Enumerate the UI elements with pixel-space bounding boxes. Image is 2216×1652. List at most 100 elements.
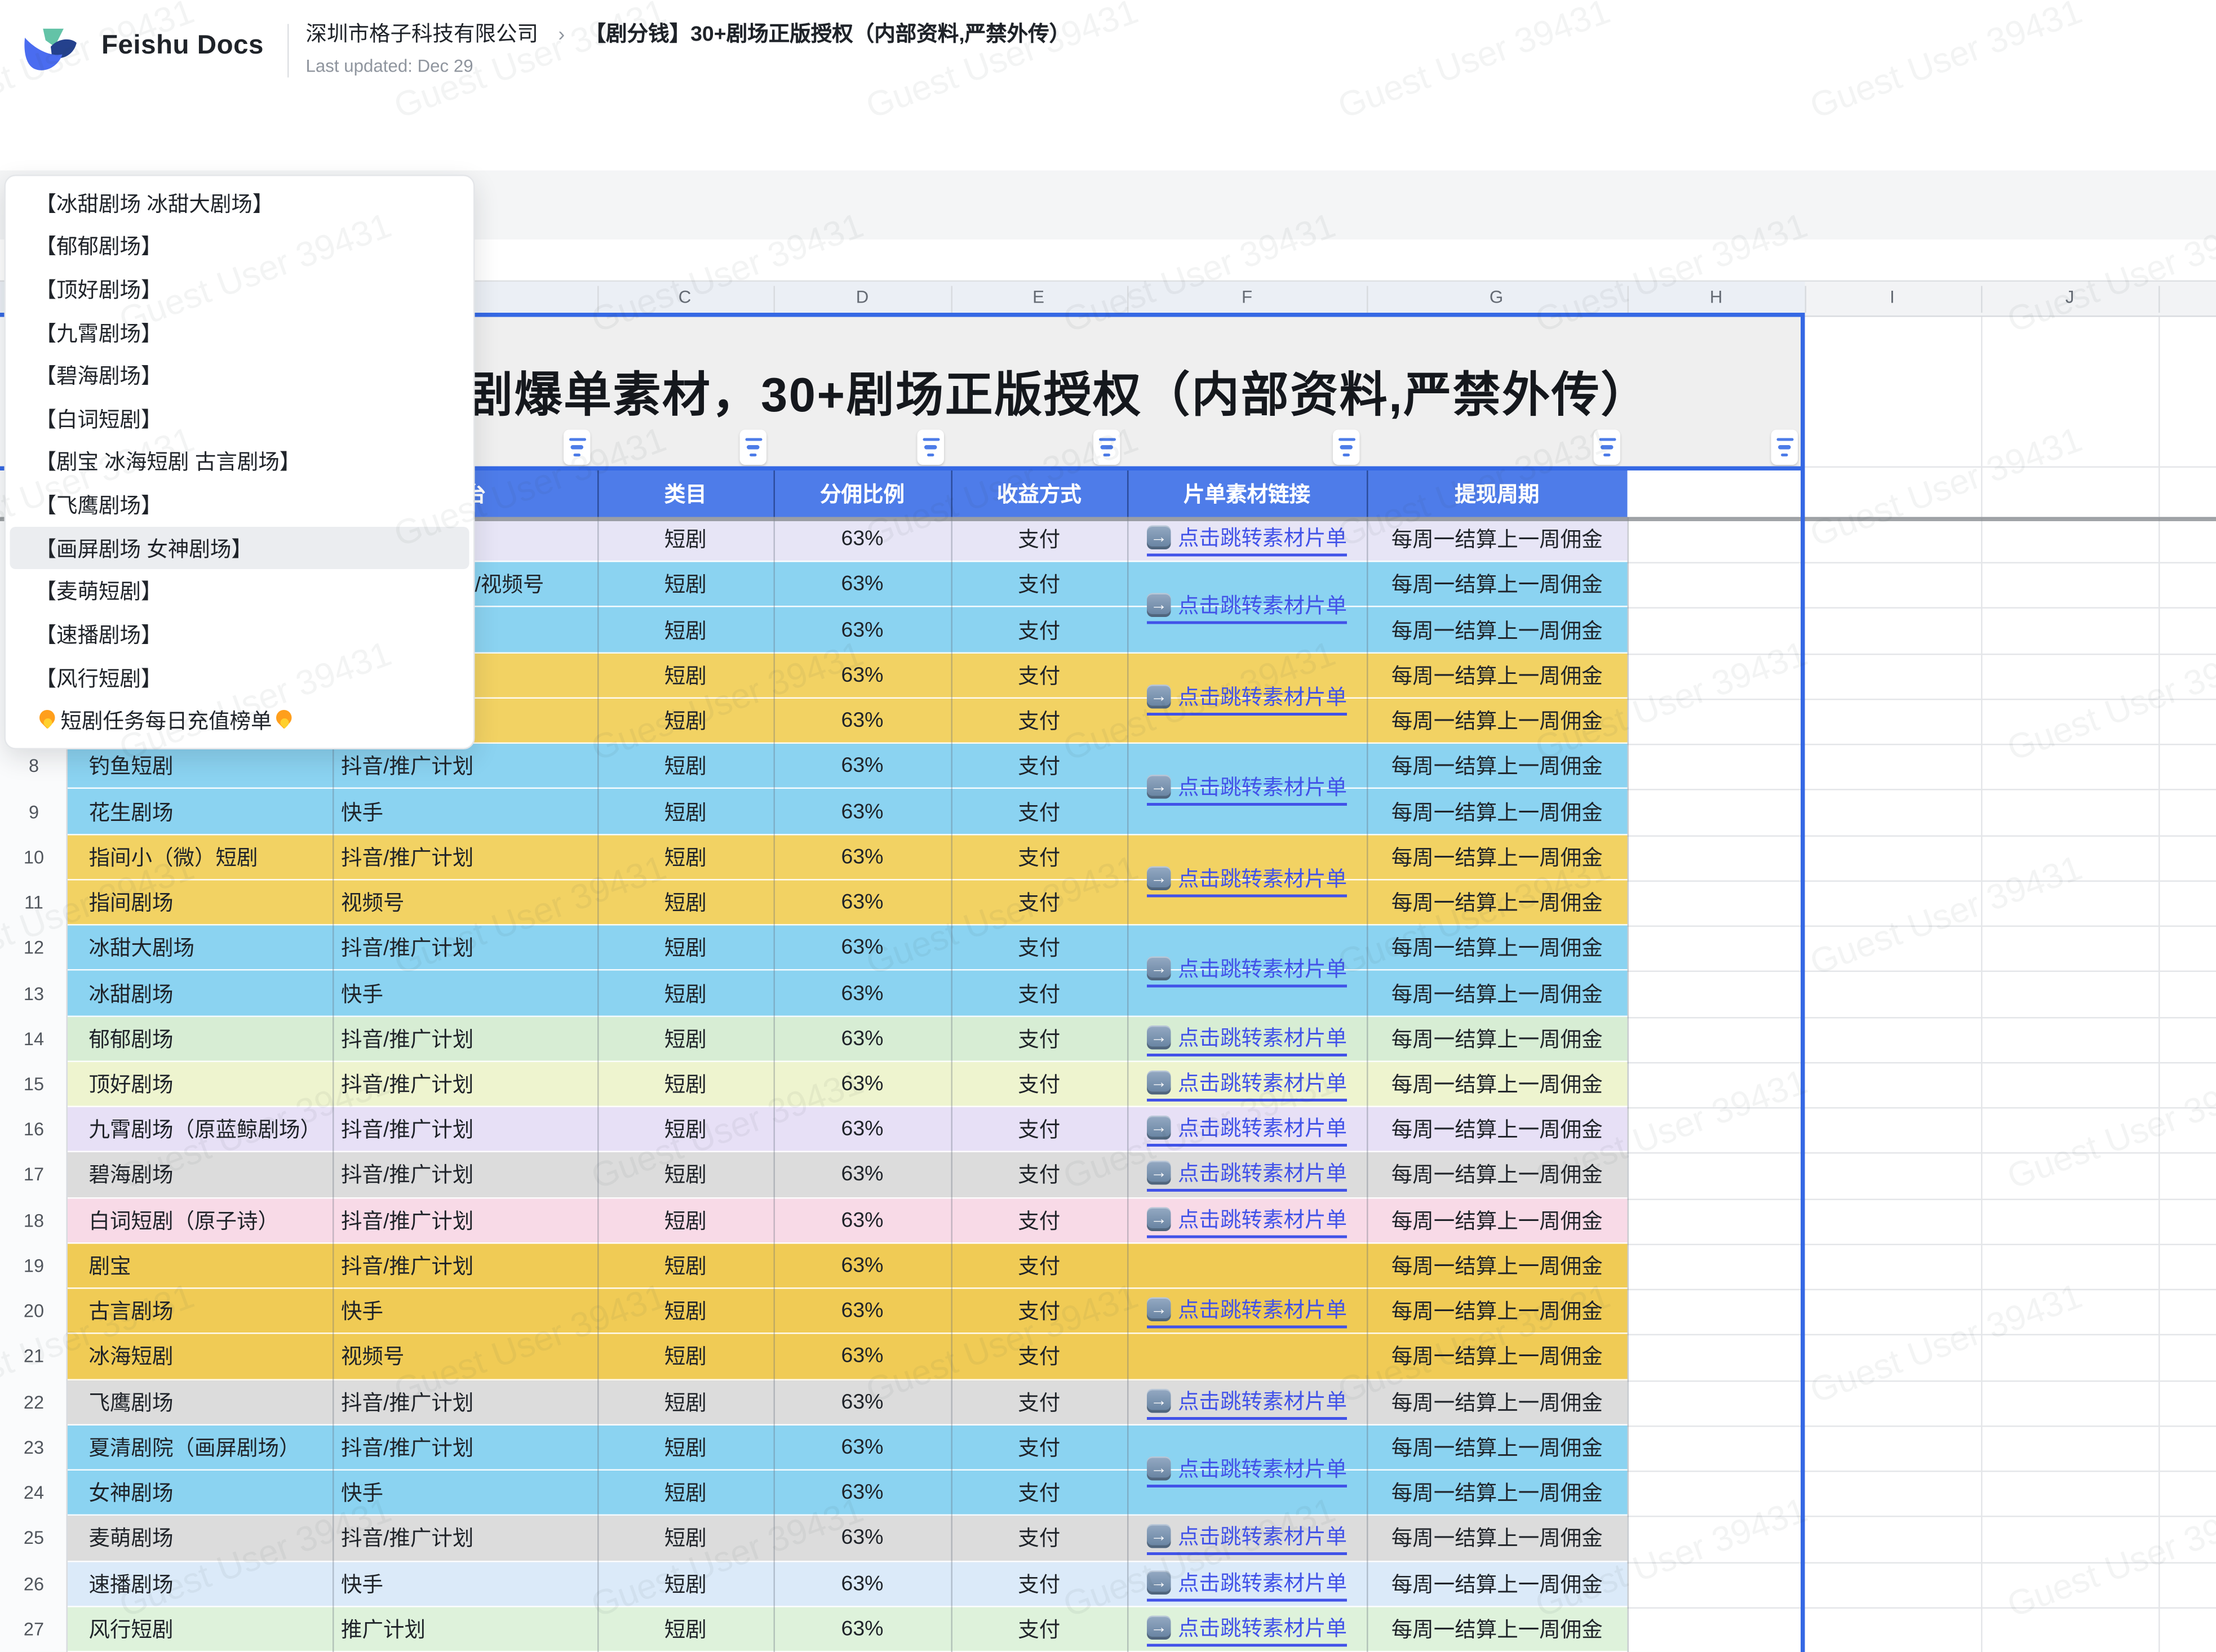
material-link[interactable]: →点击跳转素材片单 bbox=[1147, 1295, 1347, 1329]
row-number[interactable]: 20 bbox=[0, 1300, 68, 1322]
dropdown-item[interactable]: 【速播剧场】 bbox=[10, 613, 469, 656]
filter-icon[interactable] bbox=[740, 430, 767, 465]
filter-icon[interactable] bbox=[564, 430, 591, 465]
material-link[interactable]: →点击跳转素材片单 bbox=[1147, 1158, 1347, 1192]
material-link[interactable]: →点击跳转素材片单 bbox=[1147, 1113, 1347, 1147]
row-number[interactable]: 11 bbox=[0, 892, 68, 913]
cell-platform: 视频号 bbox=[333, 880, 597, 924]
table-row: 花生剧场快手短剧63%支付每周一结算上一周佣金 bbox=[68, 789, 1628, 835]
material-link[interactable]: →点击跳转素材片单 bbox=[1147, 523, 1347, 557]
dropdown-item[interactable]: 【风行短剧】 bbox=[10, 656, 469, 699]
cell-rate: 63% bbox=[774, 1471, 951, 1515]
filter-icon[interactable] bbox=[1093, 430, 1120, 465]
dropdown-item[interactable]: 【郁郁剧场】 bbox=[10, 225, 469, 268]
jump-arrow-icon: → bbox=[1147, 1025, 1171, 1049]
material-link[interactable]: →点击跳转素材片单 bbox=[1147, 1385, 1347, 1419]
breadcrumb-company[interactable]: 深圳市格子科技有限公司 bbox=[306, 23, 539, 47]
row-number[interactable]: 9 bbox=[0, 801, 68, 822]
dropdown-item[interactable]: 【画屏剧场 女神剧场】 bbox=[10, 527, 469, 570]
material-link[interactable]: →点击跳转素材片单 bbox=[1147, 1068, 1347, 1102]
row-number[interactable]: 19 bbox=[0, 1255, 68, 1276]
cell-name: 白词短剧（原子诗） bbox=[68, 1198, 333, 1242]
dropdown-item[interactable]: 【白词短剧】 bbox=[10, 397, 469, 441]
column-letter[interactable]: H bbox=[1710, 287, 1723, 307]
column-letter[interactable]: F bbox=[1242, 287, 1252, 307]
row-number[interactable]: 15 bbox=[0, 1073, 68, 1095]
column-letter[interactable]: D bbox=[856, 287, 869, 307]
filter-icon[interactable] bbox=[1594, 430, 1621, 465]
cell-category: 短剧 bbox=[597, 971, 774, 1015]
row-number[interactable]: 12 bbox=[0, 937, 68, 958]
column-letter[interactable]: G bbox=[1490, 287, 1503, 307]
row-number[interactable]: 18 bbox=[0, 1210, 68, 1231]
row-number[interactable]: 23 bbox=[0, 1437, 68, 1458]
column-letter[interactable]: J bbox=[2066, 287, 2075, 307]
row-number[interactable]: 14 bbox=[0, 1028, 68, 1049]
dropdown-item[interactable]: 【飞鹰剧场】 bbox=[10, 483, 469, 527]
material-link[interactable]: →点击跳转素材片单 bbox=[1147, 591, 1347, 625]
material-link[interactable]: →点击跳转素材片单 bbox=[1147, 1567, 1347, 1601]
row-number[interactable]: 16 bbox=[0, 1119, 68, 1140]
column-letter[interactable]: C bbox=[679, 287, 692, 307]
cell-rate: 63% bbox=[774, 653, 951, 697]
cell-rate: 63% bbox=[774, 880, 951, 924]
dropdown-item[interactable]: 【九霄剧场】 bbox=[10, 311, 469, 354]
row-number[interactable]: 17 bbox=[0, 1164, 68, 1185]
dropdown-item[interactable]: 【冰甜剧场 冰甜大剧场】 bbox=[10, 182, 469, 225]
gridline-h bbox=[1628, 835, 2216, 837]
row-number[interactable]: 25 bbox=[0, 1527, 68, 1549]
dropdown-item[interactable]: 【顶好剧场】 bbox=[10, 268, 469, 312]
material-link[interactable]: →点击跳转素材片单 bbox=[1147, 682, 1347, 716]
cell-platform: 推广计划 bbox=[333, 1607, 597, 1651]
header-cell-border bbox=[1367, 470, 1368, 517]
column-letter[interactable]: I bbox=[1890, 287, 1895, 307]
row-number[interactable]: 8 bbox=[0, 756, 68, 777]
material-link[interactable]: →点击跳转素材片单 bbox=[1147, 772, 1347, 806]
material-link[interactable]: →点击跳转素材片单 bbox=[1147, 954, 1347, 988]
breadcrumb-doc-title[interactable]: 【剧分钱】30+剧场正版授权（内部资料,严禁外传） bbox=[585, 23, 1071, 47]
cell-income: 支付 bbox=[951, 1516, 1128, 1560]
cell-income: 支付 bbox=[951, 653, 1128, 697]
dropdown-item[interactable]: 【剧宝 冰海短剧 古言剧场】 bbox=[10, 441, 469, 484]
row-number[interactable]: 26 bbox=[0, 1573, 68, 1595]
table-row: 九霄剧场（原蓝鲸剧场）抖音/推广计划短剧63%支付每周一结算上一周佣金 bbox=[68, 1107, 1628, 1153]
cell-platform: 快手 bbox=[333, 1561, 597, 1605]
material-link[interactable]: →点击跳转素材片单 bbox=[1147, 863, 1347, 897]
table-row: 飞鹰剧场抖音/推广计划短剧63%支付每周一结算上一周佣金 bbox=[68, 1380, 1628, 1425]
row-number[interactable]: 10 bbox=[0, 846, 68, 868]
row-number[interactable]: 24 bbox=[0, 1482, 68, 1503]
material-link[interactable]: →点击跳转素材片单 bbox=[1147, 1204, 1347, 1238]
cell-rate: 63% bbox=[774, 1334, 951, 1378]
cell-category: 短剧 bbox=[597, 1561, 774, 1605]
material-link[interactable]: →点击跳转素材片单 bbox=[1147, 1454, 1347, 1487]
cell-name: 夏清剧院（画屏剧场） bbox=[68, 1425, 333, 1469]
filter-icon[interactable] bbox=[918, 430, 945, 465]
cell-income: 支付 bbox=[951, 835, 1128, 879]
jump-arrow-icon: → bbox=[1147, 775, 1171, 800]
dropdown-item[interactable]: 【麦萌短剧】 bbox=[10, 570, 469, 613]
cell-platform: 抖音/推广计划 bbox=[333, 1062, 597, 1106]
row-number[interactable]: 13 bbox=[0, 983, 68, 1004]
header-cell-material: 片单素材链接 bbox=[1127, 470, 1367, 517]
header-cell-border bbox=[774, 470, 775, 517]
filter-icon[interactable] bbox=[1333, 430, 1360, 465]
dropdown-item-fire[interactable]: 短剧任务每日充值榜单 bbox=[10, 699, 469, 743]
material-link[interactable]: →点击跳转素材片单 bbox=[1147, 1613, 1347, 1646]
filter-icon[interactable] bbox=[1771, 430, 1798, 465]
dropdown-item[interactable]: 【碧海剧场】 bbox=[10, 354, 469, 398]
material-link[interactable]: →点击跳转素材片单 bbox=[1147, 1522, 1347, 1556]
table-row: 古言剧场快手短剧63%支付每周一结算上一周佣金 bbox=[68, 1289, 1628, 1335]
jump-arrow-icon: → bbox=[1147, 594, 1171, 618]
column-letter[interactable]: E bbox=[1032, 287, 1044, 307]
material-link-label: 点击跳转素材片单 bbox=[1178, 1295, 1347, 1325]
row-number[interactable]: 27 bbox=[0, 1618, 68, 1640]
material-link-label: 点击跳转素材片单 bbox=[1178, 1204, 1347, 1234]
cell-rate: 63% bbox=[774, 1244, 951, 1287]
cell-cycle: 每周一结算上一周佣金 bbox=[1367, 517, 1628, 561]
material-link[interactable]: →点击跳转素材片单 bbox=[1147, 1022, 1347, 1056]
column-separator bbox=[2159, 286, 2160, 313]
cell-rate: 63% bbox=[774, 1607, 951, 1651]
cell-category: 短剧 bbox=[597, 926, 774, 970]
row-number[interactable]: 22 bbox=[0, 1391, 68, 1413]
row-number[interactable]: 21 bbox=[0, 1346, 68, 1367]
